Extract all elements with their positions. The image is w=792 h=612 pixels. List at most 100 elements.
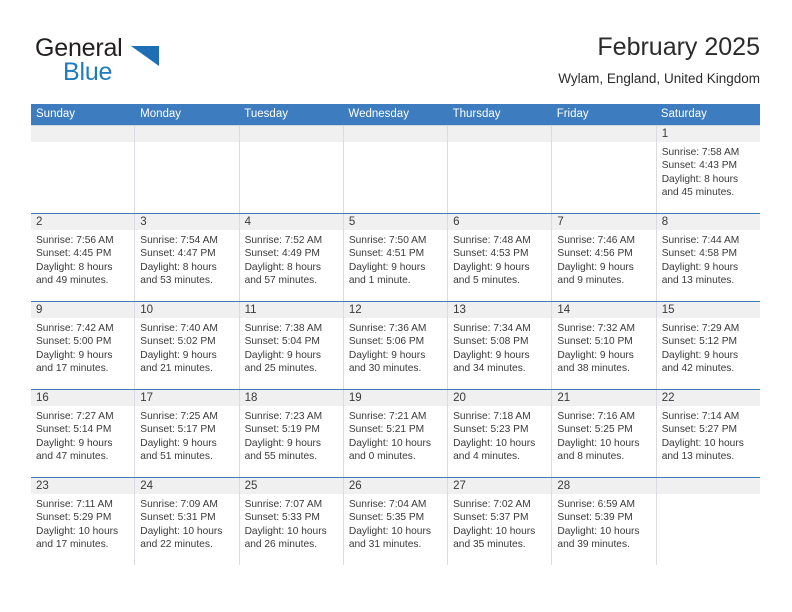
- day-cell[interactable]: 19 Sunrise: 7:21 AM Sunset: 5:21 PM Dayligh…: [343, 390, 449, 477]
- sunrise-text: Sunrise: 7:42 AM: [36, 323, 114, 334]
- page-header: General Blue February 2025 Wylam, Englan…: [31, 30, 760, 100]
- day-cell[interactable]: 7 Sunrise: 7:46 AM Sunset: 4:56 PM Daylight…: [552, 214, 657, 301]
- daylight-text-line2: and 5 minutes.: [453, 275, 520, 287]
- sunrise-text: Sunrise: 7:40 AM: [140, 323, 218, 334]
- day-cell[interactable]: 20 Sunrise: 7:18 AM Sunset: 5:23 PM Dayligh…: [448, 390, 553, 477]
- daylight-text-line2: and 42 minutes.: [661, 363, 735, 375]
- daylight-text-line1: Daylight: 9 hours: [348, 261, 426, 273]
- sunrise-text: Sunrise: 7:29 AM: [661, 323, 740, 334]
- daylight-text-line2: and 38 minutes.: [557, 363, 630, 375]
- day-cell[interactable]: 22 Sunrise: 7:14 AM Sunset: 5:27 PM Dayligh…: [656, 390, 760, 477]
- day-cell[interactable]: 2 Sunrise: 7:56 AM Sunset: 4:45 PM Daylight…: [31, 214, 136, 301]
- day-number-band: 2: [31, 214, 135, 231]
- daylight-text-line2: and 35 minutes.: [453, 539, 526, 551]
- day-cell[interactable]: 11 Sunrise: 7:38 AM Sunset: 5:04 PM Dayligh…: [239, 302, 344, 389]
- day-info: Sunrise: 7:11 AM Sunset: 5:29 PM Daylight:…: [31, 495, 134, 552]
- daylight-text-line2: and 53 minutes.: [140, 275, 213, 287]
- triangle-icon: [131, 46, 159, 66]
- day-cell[interactable]: 13 Sunrise: 7:34 AM Sunset: 5:08 PM Dayligh…: [448, 302, 553, 389]
- day-cell[interactable]: 25 Sunrise: 7:07 AM Sunset: 5:33 PM Dayligh…: [239, 478, 344, 565]
- sunset-text: Sunset: 5:17 PM: [140, 424, 216, 436]
- weeks-container: 1 Sunrise: 7:58 AM Sunset: 4:43 PM Daylight…: [31, 125, 760, 565]
- day-cell[interactable]: 6 Sunrise: 7:48 AM Sunset: 4:53 PM Daylight…: [448, 214, 553, 301]
- daylight-text-line2: and 0 minutes.: [348, 451, 416, 463]
- daylight-text-line1: Daylight: 9 hours: [661, 349, 739, 361]
- daylight-text-line2: and 9 minutes.: [557, 275, 625, 287]
- sunrise-text: Sunrise: 7:44 AM: [661, 235, 740, 246]
- sunset-text: Sunset: 4:47 PM: [140, 248, 216, 260]
- day-info: Sunrise: 7:14 AM Sunset: 5:27 PM Daylight:…: [657, 407, 760, 464]
- day-cell-empty: [552, 126, 657, 213]
- day-number-band: 9: [31, 302, 135, 319]
- day-cell[interactable]: 18 Sunrise: 7:23 AM Sunset: 5:19 PM Dayligh…: [239, 390, 344, 477]
- day-number: 1: [661, 128, 669, 140]
- sunset-text: Sunset: 5:37 PM: [453, 512, 529, 524]
- day-number: 3: [140, 216, 147, 228]
- sunrise-text: Sunrise: 7:34 AM: [453, 323, 531, 334]
- daylight-text-line1: Daylight: 10 hours: [557, 437, 640, 449]
- day-cell-empty: [656, 478, 760, 565]
- daylight-text-line2: and 8 minutes.: [557, 451, 625, 463]
- daylight-text-line2: and 4 minutes.: [453, 451, 520, 463]
- day-number: 9: [36, 304, 43, 316]
- day-info: Sunrise: 7:52 AM Sunset: 4:49 PM Daylight:…: [240, 231, 343, 288]
- day-cell[interactable]: 24 Sunrise: 7:09 AM Sunset: 5:31 PM Dayligh…: [135, 478, 240, 565]
- sunset-text: Sunset: 5:14 PM: [36, 424, 112, 436]
- day-number-band: [656, 478, 760, 495]
- day-cell[interactable]: 16 Sunrise: 7:27 AM Sunset: 5:14 PM Dayligh…: [31, 390, 136, 477]
- day-cell[interactable]: 4 Sunrise: 7:52 AM Sunset: 4:49 PM Daylight…: [239, 214, 344, 301]
- week-row: 2 Sunrise: 7:56 AM Sunset: 4:45 PM Daylight…: [31, 213, 760, 301]
- day-cell[interactable]: 23 Sunrise: 7:11 AM Sunset: 5:29 PM Dayligh…: [31, 478, 136, 565]
- day-number-band: [135, 126, 239, 143]
- daylight-text-line1: Daylight: 9 hours: [36, 349, 113, 361]
- day-info: Sunrise: 7:21 AM Sunset: 5:21 PM Daylight:…: [344, 407, 447, 464]
- sunset-text: Sunset: 5:12 PM: [661, 336, 738, 348]
- day-info: Sunrise: 7:46 AM Sunset: 4:56 PM Daylight:…: [552, 231, 655, 288]
- day-cell[interactable]: 26 Sunrise: 7:04 AM Sunset: 5:35 PM Dayligh…: [343, 478, 449, 565]
- daylight-text-line1: Daylight: 9 hours: [453, 261, 530, 273]
- day-cell[interactable]: 12 Sunrise: 7:36 AM Sunset: 5:06 PM Dayligh…: [343, 302, 449, 389]
- day-number: 14: [557, 304, 571, 316]
- daylight-text-line2: and 21 minutes.: [140, 363, 213, 375]
- day-cell[interactable]: 21 Sunrise: 7:16 AM Sunset: 5:25 PM Dayligh…: [552, 390, 657, 477]
- day-info: Sunrise: 7:27 AM Sunset: 5:14 PM Daylight:…: [31, 407, 134, 464]
- day-cell[interactable]: 3 Sunrise: 7:54 AM Sunset: 4:47 PM Daylight…: [135, 214, 240, 301]
- day-cell[interactable]: 9 Sunrise: 7:42 AM Sunset: 5:00 PM Daylight…: [31, 302, 136, 389]
- sunrise-text: Sunrise: 7:58 AM: [661, 147, 740, 158]
- week-row: 23 Sunrise: 7:11 AM Sunset: 5:29 PM Dayligh…: [31, 477, 760, 565]
- day-cell[interactable]: 17 Sunrise: 7:25 AM Sunset: 5:17 PM Dayligh…: [135, 390, 240, 477]
- day-cell[interactable]: 10 Sunrise: 7:40 AM Sunset: 5:02 PM Dayligh…: [135, 302, 240, 389]
- day-number-band: 14: [552, 302, 656, 319]
- day-number: 12: [348, 304, 362, 316]
- day-number-band: 11: [239, 302, 343, 319]
- day-cell[interactable]: 8 Sunrise: 7:44 AM Sunset: 4:58 PM Daylight…: [656, 214, 760, 301]
- daylight-text-line2: and 13 minutes.: [661, 451, 735, 463]
- sunset-text: Sunset: 5:35 PM: [348, 512, 425, 524]
- daylight-text-line1: Daylight: 8 hours: [36, 261, 113, 273]
- sunrise-text: Sunrise: 6:59 AM: [557, 499, 635, 510]
- day-cell[interactable]: 28 Sunrise: 6:59 AM Sunset: 5:39 PM Dayligh…: [552, 478, 657, 565]
- day-number-band: 15: [656, 302, 760, 319]
- day-number-band: [239, 126, 343, 143]
- week-row: 9 Sunrise: 7:42 AM Sunset: 5:00 PM Daylight…: [31, 301, 760, 389]
- day-number: 17: [140, 392, 154, 404]
- sunrise-text: Sunrise: 7:04 AM: [348, 499, 427, 510]
- day-cell[interactable]: 15 Sunrise: 7:29 AM Sunset: 5:12 PM Dayligh…: [656, 302, 760, 389]
- daylight-text-line1: Daylight: 9 hours: [36, 437, 113, 449]
- day-number-band: 20: [448, 390, 552, 407]
- sunset-text: Sunset: 5:10 PM: [557, 336, 633, 348]
- sunrise-text: Sunrise: 7:38 AM: [244, 323, 323, 334]
- day-cell[interactable]: 27 Sunrise: 7:02 AM Sunset: 5:37 PM Dayligh…: [448, 478, 553, 565]
- day-cell[interactable]: 5 Sunrise: 7:50 AM Sunset: 4:51 PM Daylight…: [343, 214, 449, 301]
- day-cell[interactable]: 14 Sunrise: 7:32 AM Sunset: 5:10 PM Dayligh…: [552, 302, 657, 389]
- day-info: Sunrise: 7:38 AM Sunset: 5:04 PM Daylight:…: [240, 319, 343, 376]
- day-info: Sunrise: 7:04 AM Sunset: 5:35 PM Daylight:…: [344, 495, 447, 552]
- day-number-band: 23: [31, 478, 135, 495]
- week-row: 1 Sunrise: 7:58 AM Sunset: 4:43 PM Daylight…: [31, 125, 760, 213]
- daylight-text-line1: Daylight: 9 hours: [661, 261, 739, 273]
- day-number-band: 26: [343, 478, 448, 495]
- day-cell[interactable]: 1 Sunrise: 7:58 AM Sunset: 4:43 PM Daylight…: [656, 126, 760, 213]
- sunset-text: Sunset: 5:23 PM: [453, 424, 529, 436]
- daylight-text-line2: and 17 minutes.: [36, 363, 109, 375]
- day-number-band: 10: [135, 302, 239, 319]
